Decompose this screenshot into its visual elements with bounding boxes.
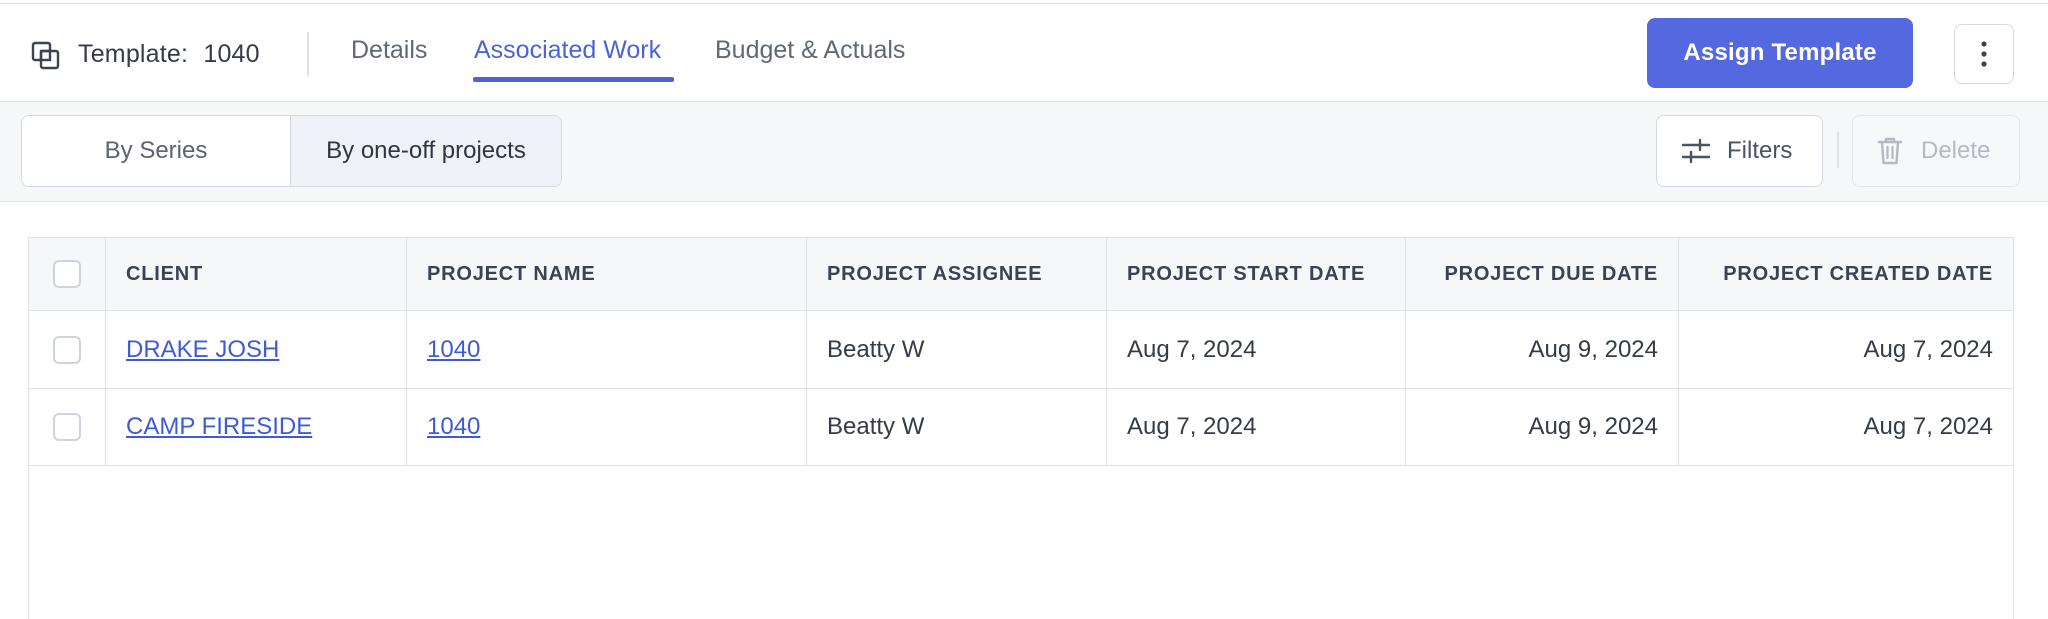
more-vertical-icon (1981, 41, 1987, 67)
row-checkbox[interactable] (53, 413, 81, 441)
projects-table: CLIENT PROJECT NAME PROJECT ASSIGNEE PRO… (28, 237, 2014, 619)
client-cell: DRAKE JOSH (106, 311, 407, 388)
column-header-client[interactable]: CLIENT (106, 238, 407, 310)
assignee-cell: Beatty W (807, 389, 1107, 465)
page-header: Template: 1040 Details Associated Work B… (0, 4, 2048, 102)
delete-label: Delete (1921, 137, 1991, 164)
select-all-checkbox[interactable] (53, 260, 81, 288)
assignee-cell: Beatty W (807, 311, 1107, 388)
segment-by-one-off-projects[interactable]: By one-off projects (290, 116, 561, 186)
segment-by-series[interactable]: By Series (22, 116, 290, 186)
table-row: DRAKE JOSH 1040 Beatty W Aug 7, 2024 Aug… (29, 311, 2013, 389)
row-checkbox[interactable] (53, 335, 81, 364)
trash-icon (1877, 137, 1903, 165)
created-date-cell: Aug 7, 2024 (1863, 335, 1993, 363)
toolbar-divider (1837, 132, 1839, 168)
column-header-project-start-date[interactable]: PROJECT START DATE (1107, 238, 1406, 310)
project-link[interactable]: 1040 (427, 336, 480, 364)
created-date-cell: Aug 7, 2024 (1863, 413, 1993, 440)
column-header-project-name[interactable]: PROJECT NAME (407, 238, 807, 310)
toolbar: By Series By one-off projects Filters De… (0, 102, 2048, 202)
column-header-project-created-date[interactable]: PROJECT CREATED DATE (1679, 238, 2013, 310)
template-label: Template: (78, 40, 189, 68)
table-header-row: CLIENT PROJECT NAME PROJECT ASSIGNEE PRO… (29, 238, 2013, 311)
start-date-cell: Aug 7, 2024 (1107, 311, 1406, 388)
client-cell: CAMP FIRESIDE (106, 389, 407, 465)
due-date-cell: Aug 9, 2024 (1406, 389, 1679, 465)
filters-label: Filters (1727, 137, 1793, 164)
header-checkbox-cell (29, 238, 106, 310)
view-segmented-control: By Series By one-off projects (21, 115, 562, 187)
client-link[interactable]: DRAKE JOSH (126, 336, 279, 364)
start-date-cell: Aug 7, 2024 (1107, 389, 1406, 465)
active-tab-indicator (473, 77, 674, 82)
column-header-project-due-date[interactable]: PROJECT DUE DATE (1406, 238, 1679, 310)
more-options-button[interactable] (1954, 24, 2014, 84)
client-link[interactable]: CAMP FIRESIDE (126, 413, 312, 441)
template-title: Template: 1040 (78, 40, 260, 69)
copy-icon (31, 41, 60, 70)
row-checkbox-cell (29, 389, 106, 465)
row-checkbox-cell (29, 311, 106, 388)
table-row: CAMP FIRESIDE 1040 Beatty W Aug 7, 2024 … (29, 389, 2013, 466)
header-divider (307, 32, 309, 76)
project-name-cell: 1040 (407, 311, 807, 388)
delete-button[interactable]: Delete (1852, 115, 2020, 187)
column-header-project-assignee[interactable]: PROJECT ASSIGNEE (807, 238, 1107, 310)
project-name-cell: 1040 (407, 389, 807, 465)
sliders-icon (1681, 138, 1711, 164)
tab-details[interactable]: Details (351, 36, 427, 65)
tab-budget-actuals[interactable]: Budget & Actuals (715, 36, 905, 65)
assign-template-button[interactable]: Assign Template (1647, 18, 1913, 88)
due-date-cell: Aug 9, 2024 (1406, 311, 1679, 388)
project-link[interactable]: 1040 (427, 413, 480, 441)
template-name: 1040 (203, 40, 260, 68)
tab-associated-work[interactable]: Associated Work (474, 36, 661, 65)
filters-button[interactable]: Filters (1656, 115, 1823, 187)
